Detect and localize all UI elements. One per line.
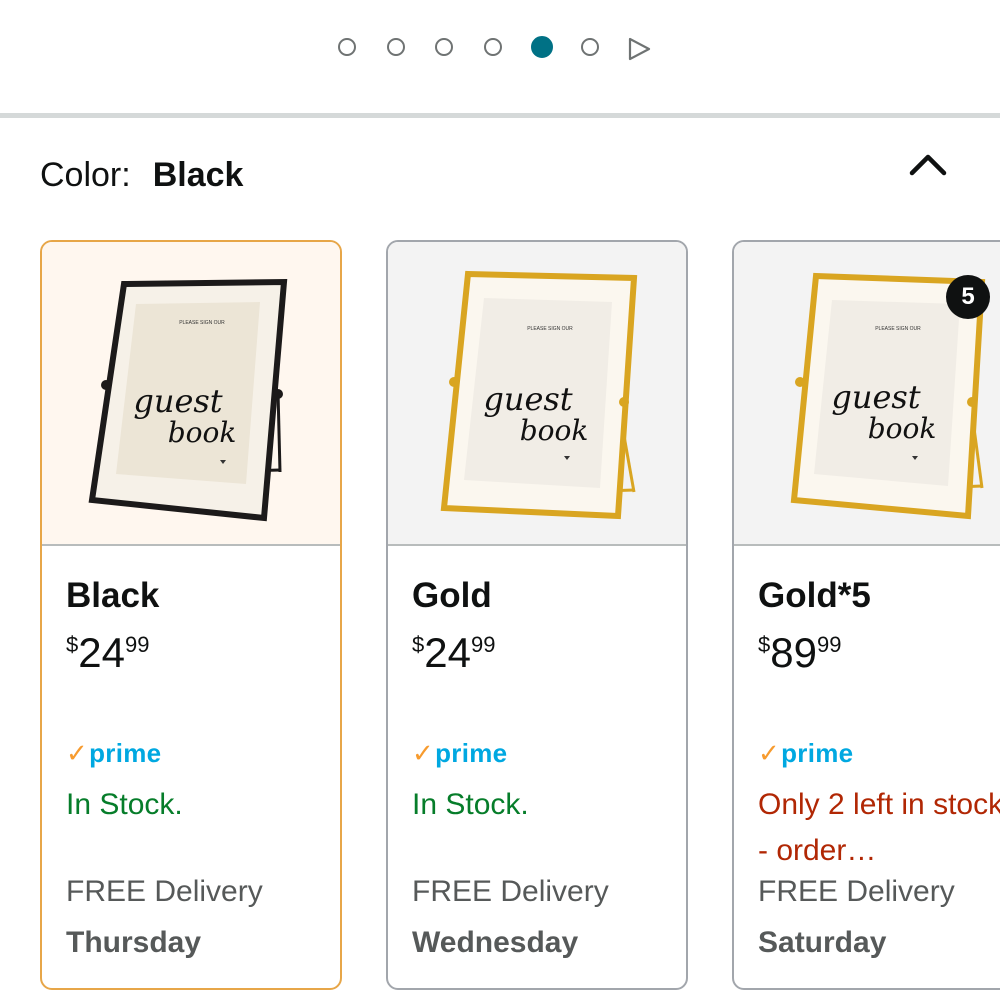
quantity-badge: 5 xyxy=(946,275,990,319)
product-image: PLEASE SIGN OUR guest book 5 xyxy=(734,242,1000,546)
delivery-day: Saturday xyxy=(758,926,887,959)
color-label: Color: xyxy=(40,156,131,194)
stock-status: In Stock. xyxy=(66,788,183,821)
carousel-dot[interactable] xyxy=(581,38,599,56)
carousel-dot[interactable] xyxy=(435,38,453,56)
delivery-label: FREE Delivery xyxy=(758,875,955,908)
stock-status: In Stock. xyxy=(412,788,529,821)
option-price: $2499 xyxy=(66,630,149,676)
carousel-dot[interactable] xyxy=(338,38,356,56)
prime-badge: ✓prime xyxy=(758,738,853,769)
option-name: Black xyxy=(66,576,160,615)
frame-header-text: PLEASE SIGN OUR xyxy=(527,326,573,332)
prime-label: prime xyxy=(781,738,854,768)
price-whole: 24 xyxy=(424,629,471,676)
option-price: $2499 xyxy=(412,630,495,676)
frame-line1-text: guest xyxy=(483,380,572,418)
color-option-card[interactable]: PLEASE SIGN OUR guest book 5 Gold*5 $899… xyxy=(732,240,1000,990)
product-image: PLEASE SIGN OUR guest book xyxy=(42,242,340,546)
carousel-dot[interactable] xyxy=(484,38,502,56)
option-name: Gold*5 xyxy=(758,576,871,615)
price-whole: 24 xyxy=(78,629,125,676)
carousel-dot[interactable] xyxy=(387,38,405,56)
product-image: PLEASE SIGN OUR guest book xyxy=(388,242,686,546)
carousel-dot-active[interactable] xyxy=(531,36,553,58)
price-symbol: $ xyxy=(412,632,425,657)
color-option-card[interactable]: PLEASE SIGN OUR guest book Gold $2499 ✓p… xyxy=(386,240,688,990)
carousel-pager xyxy=(0,33,1000,65)
frame-header-text: PLEASE SIGN OUR xyxy=(179,320,225,326)
chevron-up-icon[interactable] xyxy=(905,148,951,182)
delivery-label: FREE Delivery xyxy=(66,875,263,908)
color-option-card[interactable]: PLEASE SIGN OUR guest book Black $2499 ✓… xyxy=(40,240,342,990)
frame-image: PLEASE SIGN OUR guest book xyxy=(88,278,288,522)
option-name: Gold xyxy=(412,576,492,615)
price-whole: 89 xyxy=(770,629,817,676)
frame-line1-text: guest xyxy=(133,382,222,420)
option-price: $8999 xyxy=(758,630,841,676)
prime-check-icon: ✓ xyxy=(66,738,89,768)
price-symbol: $ xyxy=(66,632,79,657)
frame-line2-text: book xyxy=(520,414,589,447)
price-fraction: 99 xyxy=(816,632,842,657)
frame-line2-text: book xyxy=(168,416,237,449)
prime-check-icon: ✓ xyxy=(758,738,781,768)
frame-image: PLEASE SIGN OUR guest book xyxy=(440,270,638,520)
price-symbol: $ xyxy=(758,632,771,657)
selected-color-value: Black xyxy=(152,156,244,194)
frame-line1-text: guest xyxy=(831,378,920,416)
prime-label: prime xyxy=(435,738,508,768)
price-fraction: 99 xyxy=(470,632,496,657)
prime-badge: ✓prime xyxy=(412,738,507,769)
prime-badge: ✓prime xyxy=(66,738,161,769)
prime-label: prime xyxy=(89,738,162,768)
prime-check-icon: ✓ xyxy=(412,738,435,768)
price-fraction: 99 xyxy=(124,632,150,657)
section-divider xyxy=(0,113,1000,118)
delivery-label: FREE Delivery xyxy=(412,875,609,908)
delivery-day: Wednesday xyxy=(412,926,579,959)
frame-line2-text: book xyxy=(868,412,937,445)
stock-status: Only 2 left in stock - order… xyxy=(758,788,1000,867)
color-selector-header[interactable]: Color: Black xyxy=(40,153,243,197)
frame-header-text: PLEASE SIGN OUR xyxy=(875,326,921,332)
delivery-day: Thursday xyxy=(66,926,202,959)
play-triangle-icon[interactable] xyxy=(626,36,652,62)
